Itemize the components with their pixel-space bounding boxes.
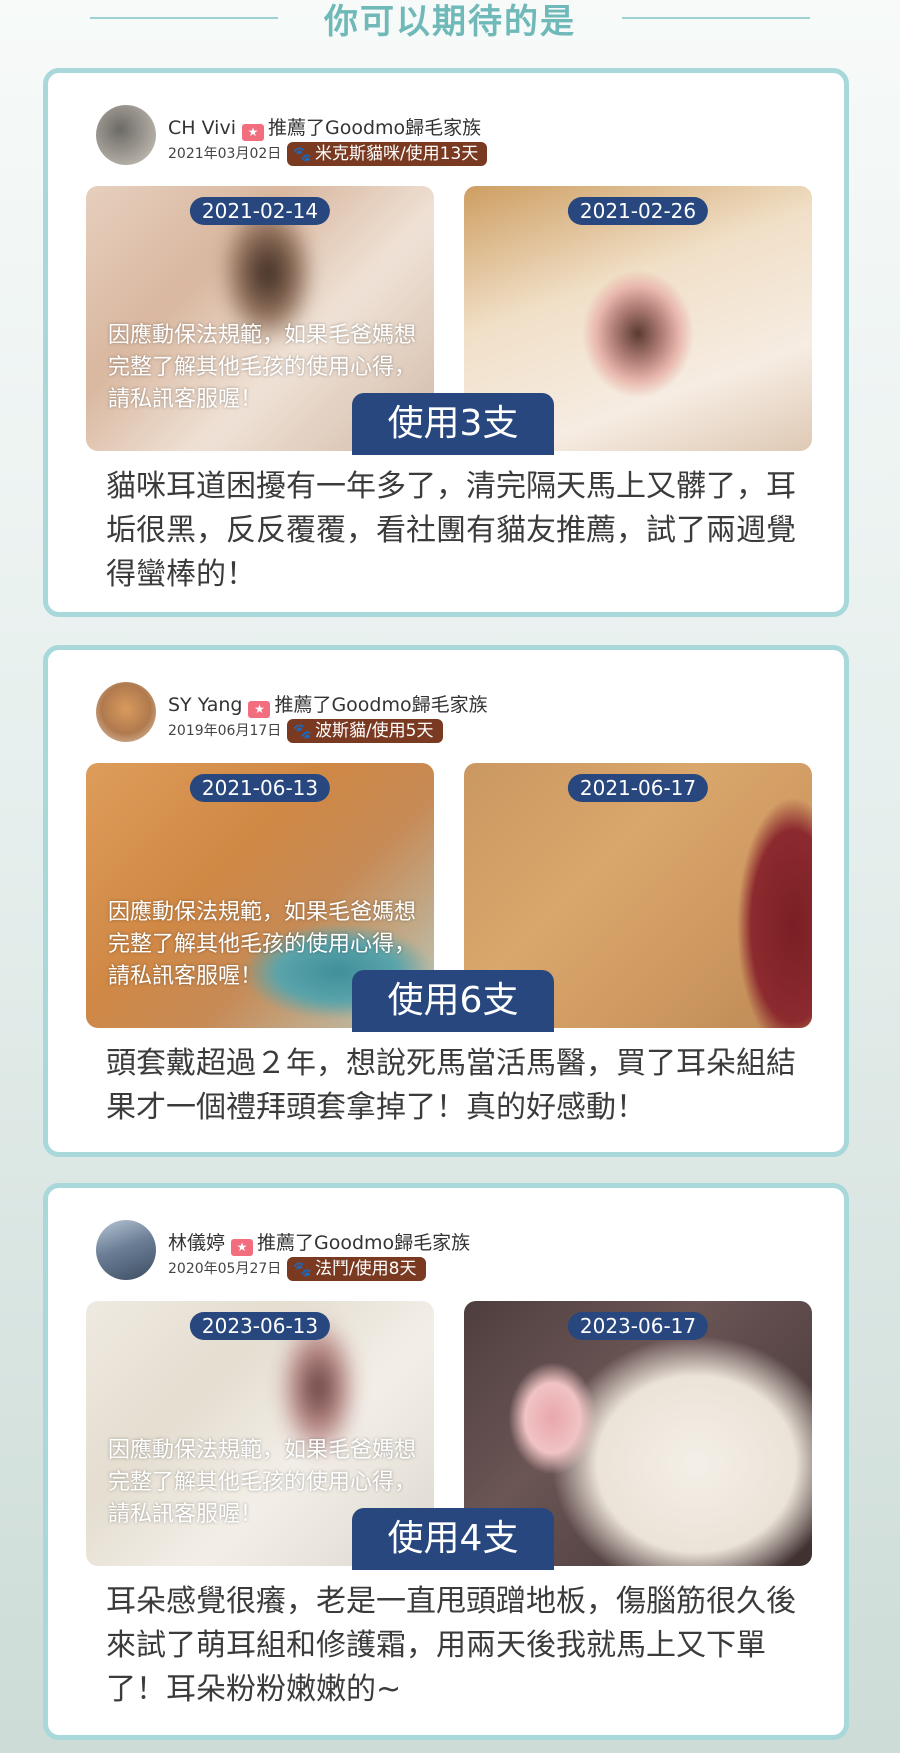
before-date: 2021-02-14 (189, 197, 331, 225)
recommend-text: 推薦了Goodmo歸毛家族 (267, 117, 482, 139)
pet-badge: 🐾 米克斯貓咪/使用13天 (287, 142, 488, 166)
avatar (96, 682, 156, 742)
reviewer-profile: CH Vivi ★ 推薦了Goodmo歸毛家族 2021年03月02日 🐾 米克斯貓咪/… (96, 103, 796, 166)
reviewer-name: CH Vivi (168, 117, 236, 139)
pet-badge: 🐾 波斯貓/使用5天 (287, 719, 443, 743)
paw-icon: 🐾 (293, 145, 312, 163)
avatar (96, 105, 156, 165)
recommend-text: 推薦了Goodmo歸毛家族 (274, 694, 488, 716)
usage-label: 使用3支 (352, 393, 554, 455)
pet-badge-label: 波斯貓/使用5天 (314, 721, 434, 741)
reviewer-profile: SY Yang ★ 推薦了Goodmo歸毛家族 2019年06月17日 🐾 波斯貓/使用… (96, 680, 796, 743)
review-date: 2019年06月17日 (168, 723, 282, 739)
usage-label: 使用4支 (352, 1508, 554, 1570)
paw-icon: 🐾 (293, 722, 312, 740)
after-date: 2021-02-26 (567, 197, 709, 225)
header-divider-right (622, 17, 810, 19)
paw-icon: 🐾 (293, 1260, 312, 1278)
pet-badge-label: 米克斯貓咪/使用13天 (314, 144, 479, 164)
pet-badge: 🐾 法鬥/使用8天 (287, 1257, 426, 1281)
before-date: 2021-06-13 (189, 774, 331, 802)
review-text: 頭套戴超過２年，想說死馬當活馬醫，買了耳朵組結果才一個禮拜頭套拿掉了！真的好感動… (106, 1046, 796, 1125)
review-text: 貓咪耳道困擾有一年多了，清完隔天馬上又髒了，耳垢很黑，反反覆覆，看社團有貓友推薦… (106, 469, 796, 592)
recommend-text: 推薦了Goodmo歸毛家族 (257, 1232, 471, 1254)
avatar (96, 1220, 156, 1280)
reviewer-name: 林儀婷 (168, 1232, 226, 1254)
section-header: 你可以期待的是 (0, 0, 900, 42)
section-title: 你可以期待的是 (324, 2, 576, 42)
star-icon: ★ (231, 1239, 254, 1256)
review-date: 2020年05月27日 (168, 1261, 282, 1277)
review-card: CH Vivi ★ 推薦了Goodmo歸毛家族 2021年03月02日 🐾 米克斯貓咪/… (43, 68, 849, 617)
reviewer-name: SY Yang (168, 694, 243, 716)
usage-label: 使用6支 (352, 970, 554, 1032)
star-icon: ★ (248, 701, 271, 718)
before-date: 2023-06-13 (189, 1312, 331, 1340)
review-date: 2021年03月02日 (168, 146, 282, 162)
review-card: SY Yang ★ 推薦了Goodmo歸毛家族 2019年06月17日 🐾 波斯貓/使用… (43, 645, 849, 1157)
after-date: 2023-06-17 (567, 1312, 709, 1340)
pet-badge-label: 法鬥/使用8天 (314, 1259, 417, 1279)
star-icon: ★ (241, 124, 264, 141)
review-card: 林儀婷 ★ 推薦了Goodmo歸毛家族 2020年05月27日 🐾 法鬥/使用8天 20… (43, 1183, 849, 1740)
after-date: 2021-06-17 (567, 774, 709, 802)
review-text: 耳朵感覺很癢，老是一直甩頭蹭地板，傷腦筋很久後來試了萌耳組和修護霜，用兩天後我就… (106, 1584, 796, 1707)
reviewer-profile: 林儀婷 ★ 推薦了Goodmo歸毛家族 2020年05月27日 🐾 法鬥/使用8天 (96, 1218, 796, 1281)
